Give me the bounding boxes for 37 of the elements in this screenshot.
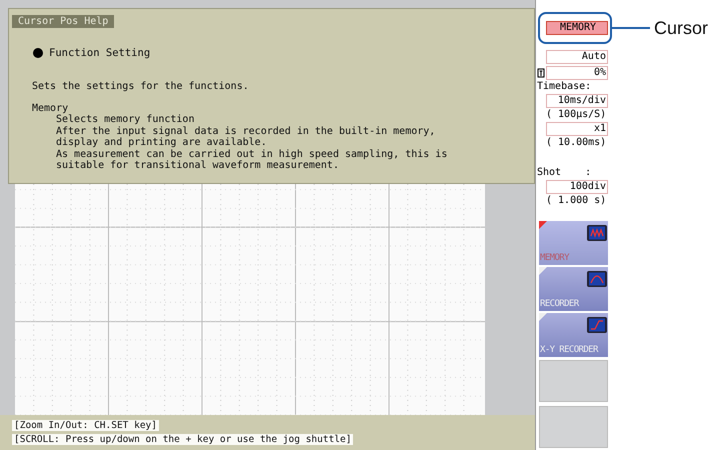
corner-mark-icon	[539, 221, 547, 229]
setting-field[interactable]: 10ms/div	[546, 94, 608, 108]
help-title: Cursor Pos Help	[12, 15, 114, 28]
corner-mark-icon	[539, 267, 547, 275]
trigger-icon	[537, 68, 546, 78]
setting-field[interactable]: 0%	[546, 66, 608, 80]
setting-note: ( 1.000 s)	[546, 195, 608, 207]
setting-field[interactable]: 100div	[546, 180, 608, 194]
help-heading: Function Setting	[49, 47, 150, 59]
help-text: Selects memory function	[56, 114, 196, 126]
corner-mark-icon	[539, 313, 547, 321]
help-text: Sets the settings for the functions.	[32, 81, 250, 92]
function-label: MEMORY	[539, 253, 569, 265]
monitor-icon	[586, 270, 608, 288]
empty-button[interactable]	[539, 360, 608, 402]
empty-button[interactable]	[539, 406, 608, 448]
help-text: display and printing are available.	[55, 137, 268, 148]
function-label: RECORDER	[539, 299, 579, 311]
function-label: X-Y RECORDER	[539, 345, 598, 357]
setting-field[interactable]: x1	[546, 122, 608, 136]
help-text: After the input signal data is recorded in the built-in memory,	[55, 126, 436, 136]
bullet-icon	[33, 48, 43, 58]
setting-label: Timebase:	[537, 81, 592, 93]
function-field[interactable]: MEMORY	[546, 21, 608, 35]
help-text: suitable for transitional waveform measurement.	[55, 160, 340, 172]
setting-label: Shot :	[537, 167, 592, 179]
monitor-icon	[586, 224, 608, 242]
help-text: Memory	[32, 102, 68, 114]
hint-text: [SCROLL: Press up/down on the + key or use the jog shuttle]	[12, 434, 354, 445]
setting-field[interactable]: Auto	[546, 50, 608, 64]
callout-label: Cursor	[654, 18, 708, 38]
setting-note: ( 100µs/S)	[546, 109, 608, 121]
setting-note: ( 10.00ms)	[546, 137, 608, 149]
hint-text: [Zoom In/Out: CH.SET key]	[12, 420, 159, 431]
monitor-icon	[586, 316, 608, 334]
leader-line	[612, 27, 650, 29]
help-text: As measurement can be carried out in high speed sampling, this is	[55, 148, 448, 160]
